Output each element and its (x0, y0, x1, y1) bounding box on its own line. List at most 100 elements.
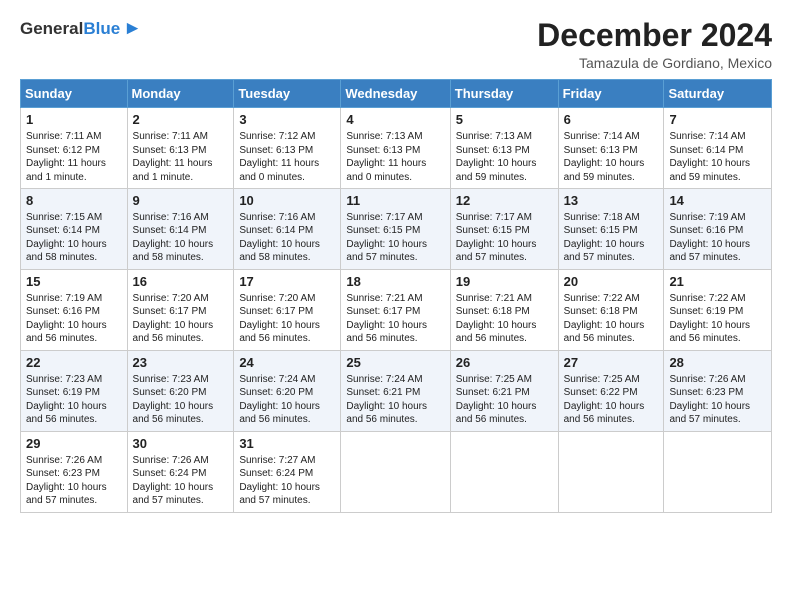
day-info: Sunrise: 7:19 AMSunset: 6:16 PMDaylight:… (26, 292, 122, 346)
day-number: 6 (564, 112, 659, 129)
calendar-week-row: 1Sunrise: 7:11 AMSunset: 6:12 PMDaylight… (21, 108, 772, 189)
col-saturday: Saturday (664, 80, 772, 108)
day-number: 5 (456, 112, 553, 129)
table-row: 2Sunrise: 7:11 AMSunset: 6:13 PMDaylight… (127, 108, 234, 189)
header: General Blue ► December 2024 Tamazula de… (20, 18, 772, 71)
col-thursday: Thursday (450, 80, 558, 108)
table-row: 8Sunrise: 7:15 AMSunset: 6:14 PMDaylight… (21, 189, 128, 270)
day-number: 27 (564, 355, 659, 372)
day-number: 1 (26, 112, 122, 129)
col-sunday: Sunday (21, 80, 128, 108)
day-number: 19 (456, 274, 553, 291)
day-number: 20 (564, 274, 659, 291)
table-row: 27Sunrise: 7:25 AMSunset: 6:22 PMDayligh… (558, 350, 664, 431)
table-row: 16Sunrise: 7:20 AMSunset: 6:17 PMDayligh… (127, 269, 234, 350)
table-row: 12Sunrise: 7:17 AMSunset: 6:15 PMDayligh… (450, 189, 558, 270)
day-info: Sunrise: 7:25 AMSunset: 6:21 PMDaylight:… (456, 373, 553, 427)
table-row: 31Sunrise: 7:27 AMSunset: 6:24 PMDayligh… (234, 431, 341, 512)
day-number: 21 (669, 274, 766, 291)
col-friday: Friday (558, 80, 664, 108)
table-row: 25Sunrise: 7:24 AMSunset: 6:21 PMDayligh… (341, 350, 450, 431)
title-block: December 2024 Tamazula de Gordiano, Mexi… (537, 18, 772, 71)
table-row (664, 431, 772, 512)
day-info: Sunrise: 7:26 AMSunset: 6:23 PMDaylight:… (26, 454, 122, 508)
day-info: Sunrise: 7:20 AMSunset: 6:17 PMDaylight:… (133, 292, 229, 346)
calendar-header-row: Sunday Monday Tuesday Wednesday Thursday… (21, 80, 772, 108)
main-title: December 2024 (537, 18, 772, 53)
day-number: 17 (239, 274, 335, 291)
day-number: 10 (239, 193, 335, 210)
day-number: 14 (669, 193, 766, 210)
day-number: 22 (26, 355, 122, 372)
table-row: 19Sunrise: 7:21 AMSunset: 6:18 PMDayligh… (450, 269, 558, 350)
day-info: Sunrise: 7:14 AMSunset: 6:13 PMDaylight:… (564, 130, 659, 184)
calendar-week-row: 8Sunrise: 7:15 AMSunset: 6:14 PMDaylight… (21, 189, 772, 270)
table-row: 7Sunrise: 7:14 AMSunset: 6:14 PMDaylight… (664, 108, 772, 189)
day-number: 29 (26, 436, 122, 453)
logo-bird-icon: ► (123, 18, 142, 40)
table-row: 28Sunrise: 7:26 AMSunset: 6:23 PMDayligh… (664, 350, 772, 431)
table-row: 21Sunrise: 7:22 AMSunset: 6:19 PMDayligh… (664, 269, 772, 350)
day-info: Sunrise: 7:17 AMSunset: 6:15 PMDaylight:… (456, 211, 553, 265)
calendar-week-row: 15Sunrise: 7:19 AMSunset: 6:16 PMDayligh… (21, 269, 772, 350)
day-info: Sunrise: 7:23 AMSunset: 6:19 PMDaylight:… (26, 373, 122, 427)
day-info: Sunrise: 7:11 AMSunset: 6:13 PMDaylight:… (133, 130, 229, 184)
day-info: Sunrise: 7:14 AMSunset: 6:14 PMDaylight:… (669, 130, 766, 184)
table-row: 10Sunrise: 7:16 AMSunset: 6:14 PMDayligh… (234, 189, 341, 270)
day-number: 13 (564, 193, 659, 210)
page: General Blue ► December 2024 Tamazula de… (0, 0, 792, 523)
table-row: 17Sunrise: 7:20 AMSunset: 6:17 PMDayligh… (234, 269, 341, 350)
day-number: 25 (346, 355, 444, 372)
table-row: 20Sunrise: 7:22 AMSunset: 6:18 PMDayligh… (558, 269, 664, 350)
day-number: 30 (133, 436, 229, 453)
table-row: 4Sunrise: 7:13 AMSunset: 6:13 PMDaylight… (341, 108, 450, 189)
day-number: 24 (239, 355, 335, 372)
table-row: 11Sunrise: 7:17 AMSunset: 6:15 PMDayligh… (341, 189, 450, 270)
day-number: 31 (239, 436, 335, 453)
day-number: 3 (239, 112, 335, 129)
day-info: Sunrise: 7:12 AMSunset: 6:13 PMDaylight:… (239, 130, 335, 184)
day-number: 15 (26, 274, 122, 291)
calendar-week-row: 22Sunrise: 7:23 AMSunset: 6:19 PMDayligh… (21, 350, 772, 431)
table-row: 14Sunrise: 7:19 AMSunset: 6:16 PMDayligh… (664, 189, 772, 270)
table-row: 6Sunrise: 7:14 AMSunset: 6:13 PMDaylight… (558, 108, 664, 189)
day-number: 7 (669, 112, 766, 129)
day-number: 9 (133, 193, 229, 210)
day-number: 2 (133, 112, 229, 129)
table-row: 22Sunrise: 7:23 AMSunset: 6:19 PMDayligh… (21, 350, 128, 431)
day-info: Sunrise: 7:27 AMSunset: 6:24 PMDaylight:… (239, 454, 335, 508)
table-row: 30Sunrise: 7:26 AMSunset: 6:24 PMDayligh… (127, 431, 234, 512)
day-number: 12 (456, 193, 553, 210)
table-row: 23Sunrise: 7:23 AMSunset: 6:20 PMDayligh… (127, 350, 234, 431)
day-info: Sunrise: 7:17 AMSunset: 6:15 PMDaylight:… (346, 211, 444, 265)
day-info: Sunrise: 7:23 AMSunset: 6:20 PMDaylight:… (133, 373, 229, 427)
day-number: 8 (26, 193, 122, 210)
day-info: Sunrise: 7:25 AMSunset: 6:22 PMDaylight:… (564, 373, 659, 427)
day-info: Sunrise: 7:21 AMSunset: 6:18 PMDaylight:… (456, 292, 553, 346)
day-info: Sunrise: 7:21 AMSunset: 6:17 PMDaylight:… (346, 292, 444, 346)
day-number: 28 (669, 355, 766, 372)
day-info: Sunrise: 7:26 AMSunset: 6:24 PMDaylight:… (133, 454, 229, 508)
day-number: 4 (346, 112, 444, 129)
day-info: Sunrise: 7:15 AMSunset: 6:14 PMDaylight:… (26, 211, 122, 265)
col-wednesday: Wednesday (341, 80, 450, 108)
table-row (341, 431, 450, 512)
day-info: Sunrise: 7:20 AMSunset: 6:17 PMDaylight:… (239, 292, 335, 346)
subtitle: Tamazula de Gordiano, Mexico (537, 55, 772, 71)
table-row: 29Sunrise: 7:26 AMSunset: 6:23 PMDayligh… (21, 431, 128, 512)
day-info: Sunrise: 7:13 AMSunset: 6:13 PMDaylight:… (456, 130, 553, 184)
day-info: Sunrise: 7:11 AMSunset: 6:12 PMDaylight:… (26, 130, 122, 184)
table-row: 26Sunrise: 7:25 AMSunset: 6:21 PMDayligh… (450, 350, 558, 431)
table-row: 18Sunrise: 7:21 AMSunset: 6:17 PMDayligh… (341, 269, 450, 350)
table-row (558, 431, 664, 512)
day-info: Sunrise: 7:16 AMSunset: 6:14 PMDaylight:… (239, 211, 335, 265)
day-info: Sunrise: 7:13 AMSunset: 6:13 PMDaylight:… (346, 130, 444, 184)
day-info: Sunrise: 7:22 AMSunset: 6:18 PMDaylight:… (564, 292, 659, 346)
day-info: Sunrise: 7:16 AMSunset: 6:14 PMDaylight:… (133, 211, 229, 265)
table-row: 1Sunrise: 7:11 AMSunset: 6:12 PMDaylight… (21, 108, 128, 189)
day-info: Sunrise: 7:26 AMSunset: 6:23 PMDaylight:… (669, 373, 766, 427)
day-number: 26 (456, 355, 553, 372)
table-row (450, 431, 558, 512)
day-info: Sunrise: 7:19 AMSunset: 6:16 PMDaylight:… (669, 211, 766, 265)
day-number: 23 (133, 355, 229, 372)
